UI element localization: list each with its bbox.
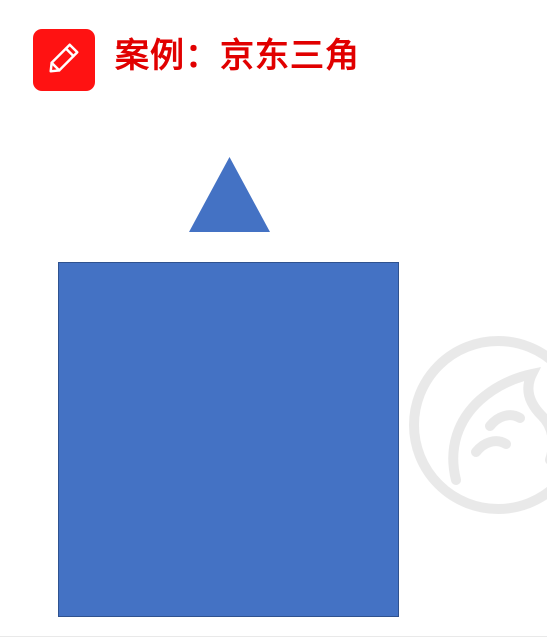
header-icon-badge	[33, 29, 95, 91]
bottom-divider	[0, 636, 547, 637]
horse-watermark-icon	[388, 330, 547, 520]
pencil-icon	[45, 39, 83, 81]
slide-title: 案例：京东三角	[115, 36, 360, 76]
slide-canvas: 案例：京东三角	[0, 0, 547, 641]
blue-square	[58, 262, 399, 617]
blue-triangle	[189, 157, 270, 232]
